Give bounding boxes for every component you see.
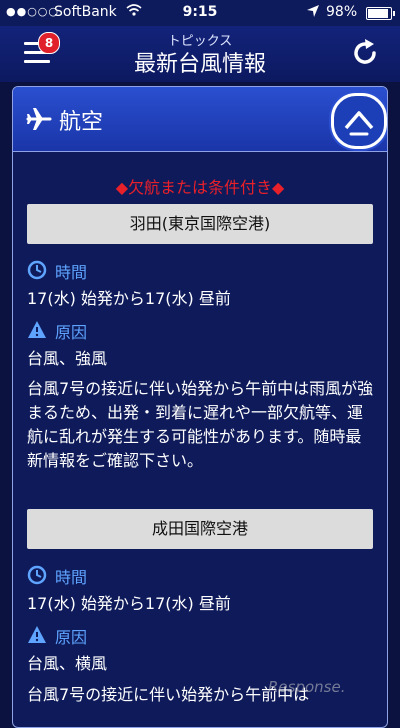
page-title: 最新台風情報 [133, 52, 266, 77]
clock-icon [27, 260, 47, 280]
clock-icon [27, 565, 47, 585]
app-header: 8 トピックス 最新台風情報 [0, 26, 400, 82]
refresh-button[interactable] [348, 36, 382, 70]
cause-value: 台風、強風 [27, 349, 108, 368]
watermark-logo: Response. [268, 678, 346, 696]
refresh-icon [354, 39, 376, 64]
time-value: 17(水) 始発から17(水) 昼前 [27, 289, 231, 308]
cause-label: 原因 [55, 628, 88, 647]
airline-panel: 航空 ◆欠航または条件付き◆ 羽田(東京国際空港) 時間 17(水) 始発から1… [12, 86, 388, 728]
location-icon [306, 4, 320, 22]
airport-header-haneda: 羽田(東京国際空港) [27, 204, 373, 244]
status-bar: ●●○○○ SoftBank 9:15 98% [0, 0, 400, 26]
detail-text: 台風7号の接近に伴い始発から午前中は雨風が強まるため、出発・到着に遅れや一部欠航… [27, 379, 374, 470]
section-header[interactable]: 航空 [13, 87, 387, 152]
chevron-up-icon [344, 111, 374, 136]
cause-label: 原因 [55, 323, 88, 342]
collapse-button[interactable] [331, 93, 387, 149]
time-value: 17(水) 始発から17(水) 昼前 [27, 594, 231, 613]
cause-value: 台風、横風 [27, 654, 108, 673]
time-label: 時間 [55, 263, 88, 282]
battery-icon [366, 7, 395, 20]
notice-title: ◆欠航または条件付き◆ [115, 178, 285, 197]
battery-fill [368, 9, 388, 18]
warning-icon [28, 626, 46, 643]
warning-icon [28, 321, 46, 338]
time-label: 時間 [55, 568, 88, 587]
airport-header-narita: 成田国際空港 [27, 509, 373, 549]
section-title: 航空 [59, 110, 104, 135]
plane-icon [26, 108, 52, 130]
battery-percent: 98% [326, 4, 358, 20]
